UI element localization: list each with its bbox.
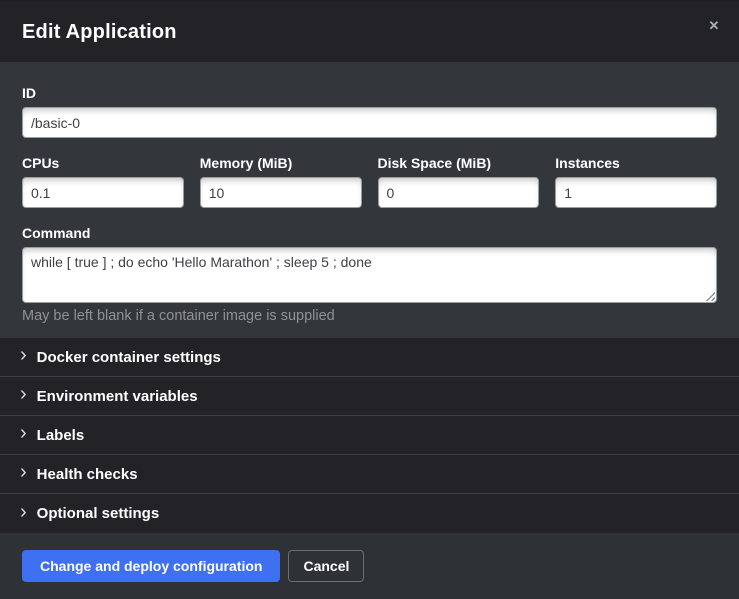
command-label: Command [22, 226, 717, 241]
section-title: Health checks [37, 466, 138, 483]
cancel-button[interactable]: Cancel [288, 550, 364, 582]
accordion-sections: › Docker container settings › Environmen… [0, 338, 739, 533]
section-title: Optional settings [37, 505, 160, 522]
application-form: ID CPUs Memory (MiB) Disk Space (MiB) In… [0, 62, 739, 338]
section-labels[interactable]: › Labels [0, 416, 739, 455]
chevron-right-icon: › [20, 423, 27, 443]
section-health-checks[interactable]: › Health checks [0, 455, 739, 494]
memory-field-group: Memory (MiB) [200, 156, 362, 208]
id-input[interactable] [22, 107, 717, 138]
command-field-group: Command while [ true ] ; do echo 'Hello … [22, 226, 717, 325]
chevron-right-icon: › [20, 345, 27, 365]
chevron-right-icon: › [20, 462, 27, 482]
memory-input[interactable] [200, 177, 362, 208]
section-docker-container-settings[interactable]: › Docker container settings [0, 338, 739, 377]
instances-label: Instances [555, 156, 717, 171]
cpus-field-group: CPUs [22, 156, 184, 208]
id-field-group: ID [22, 86, 717, 138]
section-title: Environment variables [37, 388, 198, 405]
cpus-label: CPUs [22, 156, 184, 171]
section-title: Docker container settings [37, 349, 221, 366]
command-textarea[interactable]: while [ true ] ; do echo 'Hello Marathon… [22, 247, 717, 303]
id-label: ID [22, 86, 717, 101]
close-icon[interactable]: ✕ [703, 15, 725, 37]
edit-application-modal: Edit Application ✕ ID CPUs Memory (MiB) … [0, 0, 739, 599]
command-help-text: May be left blank if a container image i… [22, 308, 717, 325]
resources-row: CPUs Memory (MiB) Disk Space (MiB) Insta… [22, 156, 717, 208]
chevron-right-icon: › [20, 502, 27, 522]
modal-footer: Change and deploy configuration Cancel [0, 533, 739, 599]
memory-label: Memory (MiB) [200, 156, 362, 171]
instances-input[interactable] [555, 177, 717, 208]
cpus-input[interactable] [22, 177, 184, 208]
disk-input[interactable] [378, 177, 540, 208]
section-title: Labels [37, 427, 85, 444]
modal-title: Edit Application [22, 21, 177, 44]
modal-header: Edit Application ✕ [0, 0, 739, 62]
section-optional-settings[interactable]: › Optional settings [0, 494, 739, 533]
disk-field-group: Disk Space (MiB) [378, 156, 540, 208]
disk-label: Disk Space (MiB) [378, 156, 540, 171]
instances-field-group: Instances [555, 156, 717, 208]
change-and-deploy-button[interactable]: Change and deploy configuration [22, 550, 280, 582]
chevron-right-icon: › [20, 384, 27, 404]
section-environment-variables[interactable]: › Environment variables [0, 377, 739, 416]
